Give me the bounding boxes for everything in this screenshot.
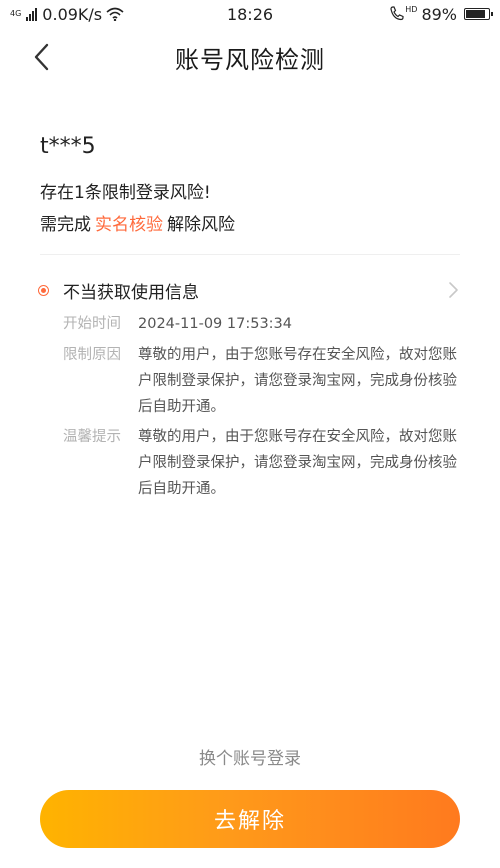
page-title: 账号风险检测 — [175, 45, 325, 74]
cellular-signal-icon — [26, 8, 38, 21]
chevron-right-icon — [449, 282, 458, 298]
detail-row-start-time: 开始时间 2024-11-09 17:53:34 — [63, 311, 464, 337]
detail-value: 尊敬的用户，由于您账号存在安全风险，故对您账户限制登录保护，请您登录淘宝网，完成… — [138, 347, 457, 415]
detail-value: 尊敬的用户，由于您账号存在安全风险，故对您账户限制登录保护，请您登录淘宝网，完成… — [138, 429, 457, 497]
wifi-icon — [106, 7, 124, 21]
detail-row-reason: 限制原因 尊敬的用户，由于您账号存在安全风险，故对您账户限制登录保护，请您登录淘… — [63, 342, 464, 420]
resolve-button[interactable]: 去解除 — [40, 790, 460, 848]
divider — [40, 254, 460, 255]
detail-label: 温馨提示 — [63, 429, 121, 445]
chevron-left-icon — [34, 43, 49, 71]
risk-summary: 存在1条限制登录风险! — [40, 183, 211, 203]
switch-account-link[interactable]: 换个账号登录 — [0, 744, 500, 769]
detail-label: 开始时间 — [63, 316, 121, 332]
battery-level — [466, 10, 485, 18]
record-dot-icon — [38, 284, 49, 296]
battery-icon — [464, 8, 493, 20]
status-left: 4G 0.09K/s — [10, 5, 124, 24]
account-name: t***5 — [40, 134, 96, 159]
record-title: 不当获取使用信息 — [63, 282, 199, 303]
need-prefix: 需完成 — [40, 215, 91, 235]
risk-record-header[interactable]: 不当获取使用信息 — [38, 276, 460, 304]
status-right: HD 89% — [389, 4, 493, 24]
status-bar: 4G 0.09K/s 18:26 HD 89% — [0, 0, 500, 28]
need-suffix: 解除风险 — [167, 215, 235, 235]
nav-bar: 账号风险检测 — [0, 30, 500, 84]
verify-identity-link[interactable]: 实名核验 — [95, 215, 163, 235]
detail-value: 2024-11-09 17:53:34 — [138, 316, 292, 332]
battery-percent: 89% — [421, 4, 457, 24]
network-speed: 0.09K/s — [42, 4, 103, 24]
hd-label: HD — [405, 4, 418, 14]
network-type-label: 4G — [10, 9, 22, 18]
risk-action-line: 需完成 实名核验 解除风险 — [40, 210, 235, 235]
detail-row-tip: 温馨提示 尊敬的用户，由于您账号存在安全风险，故对您账户限制登录保护，请您登录淘… — [63, 424, 464, 502]
detail-label: 限制原因 — [63, 347, 121, 363]
back-button[interactable] — [26, 40, 56, 74]
